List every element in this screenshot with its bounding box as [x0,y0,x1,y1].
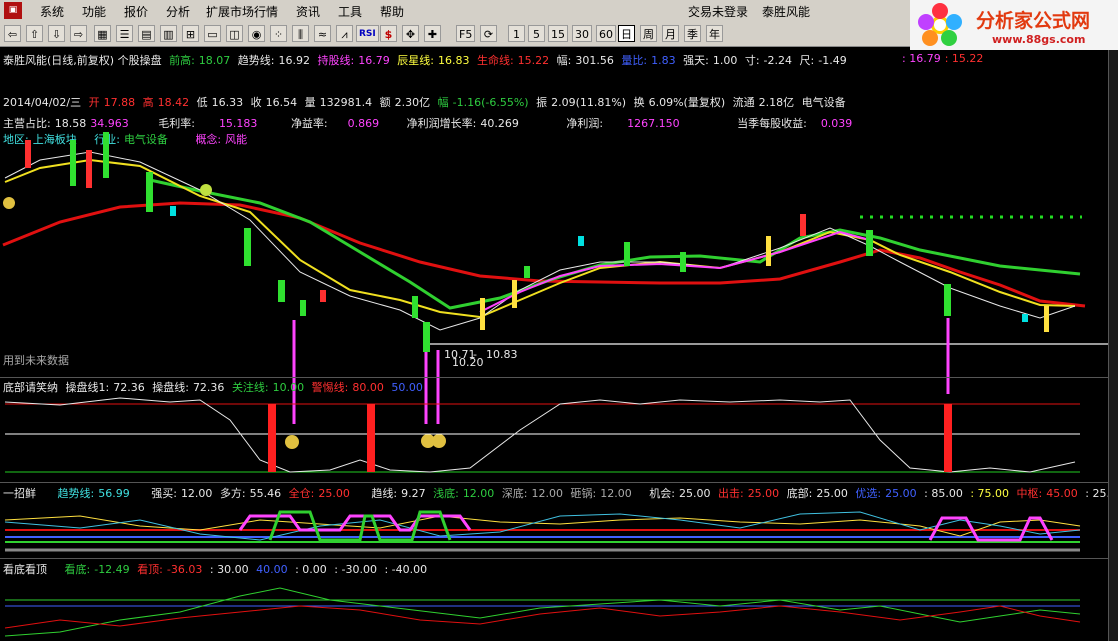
kandi-line [4,587,1081,637]
duofang-value: 55.46 [249,487,282,500]
panel-divider [0,377,1108,378]
zhongshu-value: 45.00 [1046,487,1078,500]
panel1-header: 底部请笑纳 操盘线1: 72.36 操盘线: 72.36 关注线: 10.00 警惕线… [3,379,427,395]
caopan-value: 72.36 [192,381,225,394]
quancang-value: 25.00 [318,487,350,500]
panel2-header: 一招鲜 趋势线: 56.99 强买: 12.00 多方: 55.46 全仓: 25.00… [3,485,1118,501]
smiley-icon [432,434,446,448]
low-price-c: 10.20 [452,356,484,369]
panel-divider [0,482,1108,483]
guanzhu-label: 关注线: [231,381,269,394]
qiangmai-value: 12.00 [180,487,213,500]
p3-v2: 40.00 [256,563,288,576]
candle [766,236,771,266]
panel-divider [0,558,1108,559]
candle [423,322,430,352]
caopan-line [4,397,1076,473]
candle [320,290,326,302]
qiandi-label: 浅底: [433,487,459,500]
kandi-value: -12.49 [94,563,130,576]
jihui-value: 25.00 [678,487,711,500]
qu-label: 趋线: [371,487,398,500]
p2-qushi-value: 56.99 [98,487,130,500]
jingti-value: 80.00 [352,381,384,394]
candle [86,150,92,188]
caopan1-value: 72.36 [113,381,145,394]
low-price-b: 10.83 [486,348,518,361]
shendi-label: 深底: [501,487,528,500]
panel3-header: 看底看顶 看底: -12.49 看顶: -36.03 : 30.00 40.00 :… [3,561,431,577]
caopan-label: 操盘线: [152,381,189,394]
zaguo-value: 12.00 [600,487,632,500]
shendi-value: 12.00 [531,487,564,500]
p2-v1: : 85.00 [924,487,963,500]
kanding-line [4,605,1081,629]
p3-v1: : 30.00 [209,563,249,576]
qiangmai-label: 强买: [151,487,177,500]
candle [170,206,176,216]
candle [524,266,530,278]
caopan1-label: 操盘线1: [65,381,110,394]
candle [278,280,285,302]
p2-v2: : 75.00 [970,487,1010,500]
candle [866,230,873,256]
candle [512,280,517,308]
candle [70,140,76,186]
buy-signal-bar [944,404,952,472]
smiley-icon [3,197,15,209]
candle [412,296,418,318]
future-data-note: 用到未来数据 [3,354,69,367]
youshi-value: 25.00 [885,487,917,500]
jihui-label: 机会: [649,487,675,500]
ma-magenta-line [479,230,871,313]
kline-chart [0,132,1108,637]
jingti-label: 警惕线: [311,381,349,394]
vertical-scrollbar[interactable] [1108,50,1118,641]
panel3-title: 看底看顶 [3,563,47,576]
ma-green-line [149,178,1081,310]
p2-qushi-label: 趋势线: [57,487,95,500]
candle [300,300,306,316]
p3-v4: : -30.00 [334,563,377,576]
chuji-value: 25.00 [747,487,780,500]
buy-signal-bar [268,404,276,472]
zhongshu-label: 中枢: [1016,487,1043,500]
candle [25,140,31,168]
kanding-label: 看顶: [137,563,163,576]
smiley-icon [200,184,212,196]
panel2-title: 一招鲜 [3,487,36,500]
candle [1022,314,1028,322]
candle [680,252,686,272]
candle [146,172,153,212]
p3-v3: : 0.00 [295,563,327,576]
candle [800,214,806,236]
duofang-label: 多方: [219,487,246,500]
qu-value: 9.27 [401,487,426,500]
candle [944,284,951,316]
chuji-label: 出击: [717,487,744,500]
qiandi-value: 12.00 [462,487,495,500]
youshi-label: 优选: [855,487,882,500]
candle [244,228,251,266]
panel1-extra: 50.00 [391,381,423,394]
candle [624,242,630,266]
candle [578,236,584,246]
kandi-label: 看底: [64,563,91,576]
p3-v5: : -40.00 [384,563,428,576]
kanding-value: -36.03 [166,563,203,576]
quancang-label: 全仓: [288,487,315,500]
candle [1044,306,1049,332]
guanzhu-value: 10.00 [272,381,305,394]
smiley-icon [285,435,299,449]
panel1-title: 底部请笑纳 [3,381,58,394]
dibu-value: 25.00 [816,487,848,500]
candle [480,298,485,330]
zaguo-label: 砸锅: [570,487,597,500]
dibu-label: 底部: [786,487,813,500]
candle [103,132,109,178]
buy-signal-bar [367,404,375,472]
